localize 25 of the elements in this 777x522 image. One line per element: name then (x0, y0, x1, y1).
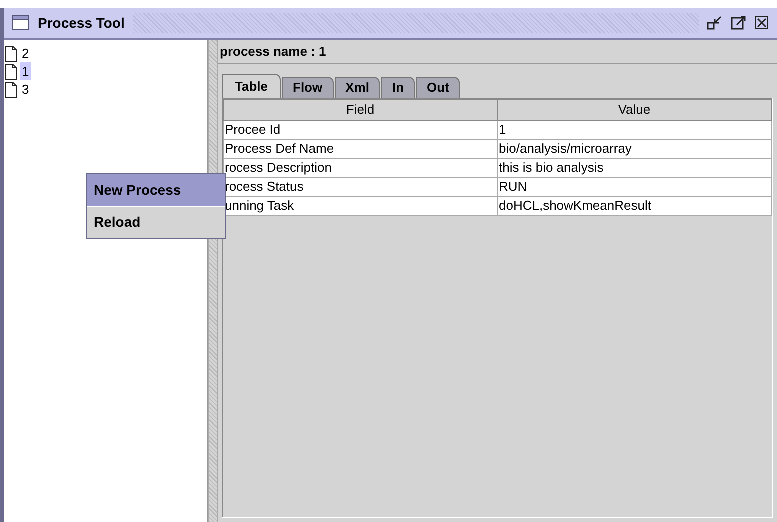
table-cell: rocess Description (224, 158, 498, 177)
tab[interactable]: Xml (334, 77, 380, 98)
menu-item[interactable]: New Process (87, 174, 225, 206)
table-cell: doHCL,showKmeanResult (498, 196, 772, 215)
tab[interactable]: Flow (282, 77, 334, 98)
table-cell: bio/analysis/microarray (498, 139, 772, 158)
process-name-label: process name : 1 (220, 42, 326, 61)
close-icon[interactable] (755, 15, 769, 31)
tab[interactable]: Out (416, 77, 460, 98)
minimize-icon[interactable] (707, 15, 723, 31)
window-icon (12, 15, 30, 31)
tree-item[interactable]: 1 (20, 62, 32, 82)
column-header[interactable]: Value (498, 100, 772, 120)
tab[interactable]: In (381, 77, 416, 98)
table-cell: rocess Status (224, 177, 498, 196)
table-cell: Process Def Name (224, 139, 498, 158)
window-title: Process Tool (38, 14, 125, 32)
table-cell: RUN (498, 177, 772, 196)
maximize-icon[interactable] (731, 15, 747, 31)
table-cell: 1 (498, 120, 772, 139)
table-cell: Procee Id (224, 120, 498, 139)
column-header[interactable]: Field (224, 100, 498, 120)
table-cell: this is bio analysis (498, 158, 772, 177)
table-cell: unning Task (224, 196, 498, 215)
tab[interactable]: Table (222, 74, 281, 98)
